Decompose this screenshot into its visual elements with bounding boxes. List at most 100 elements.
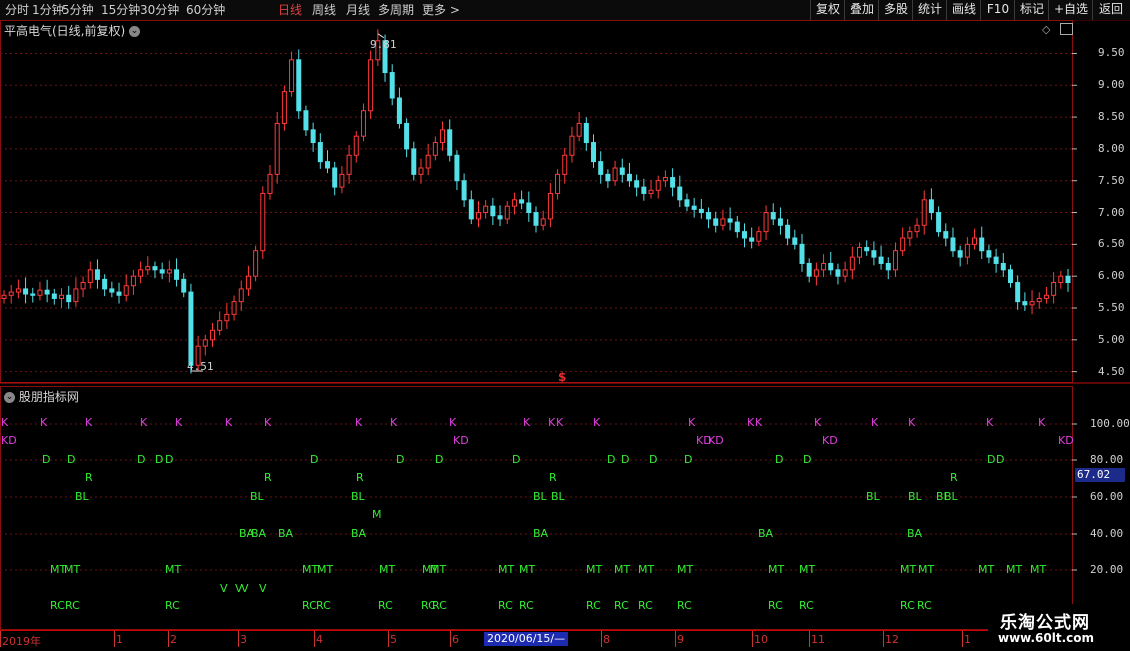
time-tick (0, 631, 1, 647)
candle-body (569, 135, 575, 156)
signal-rc: RC (917, 599, 932, 612)
indicator-tick-label: 40.00 (1090, 527, 1124, 540)
toolbar-button-1[interactable]: 叠加 (844, 0, 879, 20)
diamond-icon[interactable]: ◇ (1042, 23, 1050, 36)
high-price-label: 9.81 (370, 38, 397, 51)
time-tick (752, 631, 753, 647)
candle-body (253, 250, 259, 277)
period-tab-0[interactable]: 分时 (5, 2, 29, 18)
candle-body (73, 288, 79, 303)
signal-k: K (140, 416, 148, 429)
toolbar-button-5[interactable]: F10 (980, 0, 1015, 20)
candle-body (619, 167, 625, 175)
candle-body (310, 129, 316, 144)
chevron-down-icon[interactable]: ⌄ (4, 392, 15, 403)
candle-body (59, 294, 65, 299)
candle-body (289, 59, 295, 93)
period-tab-6[interactable]: 日线 (278, 2, 302, 18)
signal-v: V (259, 582, 267, 595)
signal-k: K (755, 416, 763, 429)
signal-r: R (264, 471, 272, 484)
price-tick-label: 8.50 (1098, 110, 1125, 124)
candle-body (641, 186, 647, 194)
signal-k: K (175, 416, 183, 429)
signal-ba: BA (758, 527, 774, 540)
candle-body (662, 177, 668, 182)
candle-body (504, 205, 510, 220)
candle-body (66, 294, 72, 303)
candle-body (878, 256, 884, 264)
signal-mt: MT (768, 563, 785, 576)
chevron-down-icon[interactable]: ⌄ (129, 26, 141, 37)
candle-body (209, 329, 215, 341)
signal-d: D (996, 453, 1005, 466)
candle-body (425, 154, 431, 169)
candle-body (87, 269, 93, 284)
signal-rc: RC (498, 599, 513, 612)
indicator-panel[interactable]: ⌄ 股朋指标网 100.00 80.00 60.00 40.00 20.00 67.02… (0, 386, 1130, 630)
candle-body (296, 59, 302, 112)
candle-body (706, 212, 712, 220)
candle-body (605, 173, 611, 182)
signal-r: R (950, 471, 958, 484)
candle-body (684, 199, 690, 207)
candle-body (547, 192, 553, 220)
period-tab-7[interactable]: 周线 (312, 2, 336, 18)
time-label: 1 (964, 633, 971, 646)
candle-body (591, 142, 597, 163)
signal-ba: BA (907, 527, 923, 540)
signal-rc: RC (519, 599, 534, 612)
toolbar-button-6[interactable]: 标记 (1014, 0, 1049, 20)
signal-rc: RC (50, 599, 65, 612)
period-tab-3[interactable]: 15分钟 (101, 2, 140, 18)
price-tick-label: 6.50 (1098, 237, 1125, 251)
signal-k: K (1, 416, 9, 429)
candle-body (562, 154, 568, 175)
toolbar-button-4[interactable]: 画线 (946, 0, 981, 20)
candle-body (389, 72, 395, 99)
period-tab-2[interactable]: 5分钟 (62, 2, 94, 18)
toolbar-button-8[interactable]: 返回 (1092, 0, 1129, 20)
candle-body (885, 262, 891, 271)
candle-body (303, 110, 309, 131)
toolbar-button-7[interactable]: +自选 (1048, 0, 1093, 20)
period-tab-4[interactable]: 30分钟 (140, 2, 179, 18)
signal-mt: MT (677, 563, 694, 576)
period-tab-5[interactable]: 60分钟 (186, 2, 225, 18)
signal-d: D (621, 453, 630, 466)
period-tab-10[interactable]: 更多 > (422, 2, 460, 18)
signal-k: K (1038, 416, 1046, 429)
signal-kd: KD (1, 434, 17, 447)
signal-kd: KD (453, 434, 469, 447)
toolbar-button-0[interactable]: 复权 (810, 0, 845, 20)
signal-mt: MT (1006, 563, 1023, 576)
candle-body (763, 212, 769, 233)
toolbar-button-2[interactable]: 多股 (878, 0, 913, 20)
candle-body (892, 250, 898, 271)
period-tab-8[interactable]: 月线 (346, 2, 370, 18)
panel-layout-icon[interactable] (1060, 23, 1073, 35)
candle-body (1036, 297, 1042, 303)
candle-body (1015, 282, 1021, 303)
candle-body (964, 243, 970, 258)
signal-rc: RC (586, 599, 601, 612)
time-label: 2 (170, 633, 177, 646)
signal-mt: MT (799, 563, 816, 576)
candle-body (202, 339, 208, 347)
toolbar-button-3[interactable]: 统计 (912, 0, 947, 20)
signal-v: V (220, 582, 228, 595)
candlestick-chart[interactable] (0, 20, 1130, 384)
price-chart-panel[interactable]: 平高电气(日线,前复权) ⌄ ◇ 9.81 4.51 $ 9.50 9.00 8.5… (0, 20, 1130, 384)
period-tab-9[interactable]: 多周期 (378, 2, 414, 18)
period-tab-1[interactable]: 1分钟 (32, 2, 64, 18)
signal-rc: RC (677, 599, 692, 612)
signal-rc: RC (378, 599, 393, 612)
time-tick (314, 631, 315, 647)
indicator-tick-label: 100.00 (1090, 417, 1130, 430)
candle-body (928, 199, 934, 214)
time-axis: 2020/06/15/— 2019年 1 2 3 4 5 6 8 9 10 11 12 1 (0, 630, 1130, 651)
candle-body (741, 231, 747, 239)
time-label: 1 (116, 633, 123, 646)
cursor-date-badge: 2020/06/15/— (484, 632, 569, 646)
candle-body (864, 247, 870, 252)
